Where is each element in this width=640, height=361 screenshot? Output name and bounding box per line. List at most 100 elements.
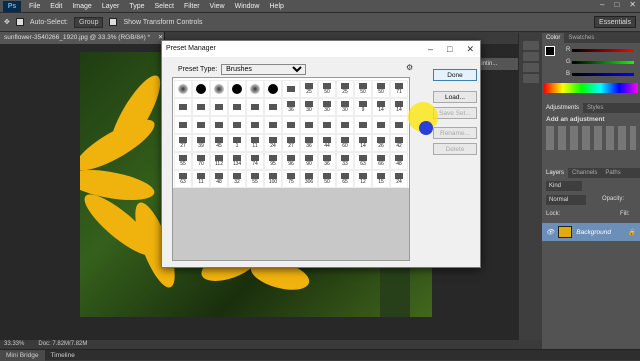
auto-select-checkbox[interactable]: [15, 18, 24, 26]
brush-preset-cell[interactable]: 50: [318, 170, 336, 188]
brush-preset-cell[interactable]: 45: [210, 134, 228, 152]
brush-preset-cell[interactable]: 55: [174, 152, 192, 170]
brush-preset-cell[interactable]: 11: [246, 134, 264, 152]
brush-preset-cell[interactable]: [246, 98, 264, 116]
brush-preset-cell[interactable]: 26: [372, 134, 390, 152]
brush-preset-cell[interactable]: 71: [390, 80, 408, 98]
menu-window[interactable]: Window: [230, 3, 265, 10]
brush-preset-cell[interactable]: [228, 116, 246, 134]
brush-preset-cell[interactable]: 65: [336, 170, 354, 188]
adjustment-icons[interactable]: [546, 126, 636, 150]
dialog-minimize-icon[interactable]: –: [428, 41, 433, 57]
delete-button[interactable]: Delete: [433, 143, 477, 155]
brush-preset-cell[interactable]: 74: [246, 152, 264, 170]
blue-slider[interactable]: [572, 73, 634, 76]
brush-preset-cell[interactable]: 100: [264, 170, 282, 188]
brush-preset-cell[interactable]: 11: [192, 170, 210, 188]
brush-preset-cell[interactable]: [210, 98, 228, 116]
brush-preset-cell[interactable]: 134: [228, 152, 246, 170]
brush-preset-cell[interactable]: [264, 98, 282, 116]
preset-type-select[interactable]: Brushes: [221, 64, 307, 75]
brush-preset-cell[interactable]: 15: [372, 170, 390, 188]
gear-icon[interactable]: ⚙: [406, 63, 413, 72]
brush-preset-cell[interactable]: [174, 80, 192, 98]
brush-preset-cell[interactable]: [210, 116, 228, 134]
tab-color[interactable]: Color: [542, 33, 565, 43]
zoom-level[interactable]: 33.33%: [4, 340, 24, 349]
menu-select[interactable]: Select: [150, 3, 179, 10]
tab-layers[interactable]: Layers: [542, 168, 569, 178]
brush-preset-cell[interactable]: 39: [192, 134, 210, 152]
brush-preset-cell[interactable]: 27: [282, 134, 300, 152]
brush-preset-cell[interactable]: 48: [390, 152, 408, 170]
workspace-switcher[interactable]: Essentials: [594, 16, 636, 28]
brush-panel-icon[interactable]: [522, 63, 539, 72]
red-slider[interactable]: [572, 49, 634, 52]
brush-preset-cell[interactable]: 55: [246, 170, 264, 188]
menu-image[interactable]: Image: [67, 3, 96, 10]
brush-preset-cell[interactable]: 306: [300, 170, 318, 188]
brush-preset-cell[interactable]: [210, 80, 228, 98]
brush-preset-cell[interactable]: [192, 98, 210, 116]
brush-preset-cell[interactable]: [246, 116, 264, 134]
menu-layer[interactable]: Layer: [97, 3, 125, 10]
brush-preset-cell[interactable]: 75: [282, 170, 300, 188]
character-icon[interactable]: [522, 74, 539, 83]
brush-preset-cell[interactable]: 30: [300, 98, 318, 116]
layer-row[interactable]: 👁 Background 🔒: [542, 223, 640, 241]
brush-preset-cell[interactable]: 24: [264, 134, 282, 152]
brush-preset-cell[interactable]: [174, 116, 192, 134]
brush-preset-cell[interactable]: 33: [336, 152, 354, 170]
brush-preset-cell[interactable]: [264, 116, 282, 134]
brush-preset-cell[interactable]: 50: [318, 80, 336, 98]
brush-preset-cell[interactable]: 24: [390, 170, 408, 188]
history-icon[interactable]: [522, 41, 539, 50]
menu-type[interactable]: Type: [124, 3, 149, 10]
brush-preset-cell[interactable]: 96: [282, 152, 300, 170]
brush-preset-cell[interactable]: 63: [354, 152, 372, 170]
brush-preset-cell[interactable]: 36: [318, 152, 336, 170]
brush-preset-cell[interactable]: 14: [372, 98, 390, 116]
tab-channels[interactable]: Channels: [568, 168, 601, 178]
maximize-icon[interactable]: □: [614, 0, 619, 9]
brush-preset-cell[interactable]: [318, 116, 336, 134]
brush-preset-cell[interactable]: 12: [354, 170, 372, 188]
auto-select-dropdown[interactable]: Group: [74, 16, 104, 28]
menu-edit[interactable]: Edit: [45, 3, 67, 10]
close-icon[interactable]: ✕: [629, 0, 636, 9]
brush-preset-cell[interactable]: [174, 98, 192, 116]
brush-preset-cell[interactable]: [282, 80, 300, 98]
brush-preset-cell[interactable]: [246, 80, 264, 98]
dialog-close-icon[interactable]: ✕: [466, 41, 474, 57]
brush-preset-cell[interactable]: [228, 98, 246, 116]
brush-preset-cell[interactable]: 95: [264, 152, 282, 170]
dialog-maximize-icon[interactable]: □: [447, 41, 452, 57]
brush-preset-cell[interactable]: 1: [228, 134, 246, 152]
brush-preset-cell[interactable]: [192, 80, 210, 98]
tab-mini-bridge[interactable]: Mini Bridge: [0, 349, 45, 361]
minimize-icon[interactable]: –: [600, 0, 604, 9]
move-tool-icon[interactable]: ✥: [4, 18, 10, 26]
brush-preset-cell[interactable]: 42: [390, 134, 408, 152]
brush-preset-cell[interactable]: 70: [192, 152, 210, 170]
load-button[interactable]: Load...: [433, 91, 477, 103]
brush-preset-cell[interactable]: 90: [300, 152, 318, 170]
tab-adjustments[interactable]: Adjustments: [542, 103, 584, 113]
brush-preset-cell[interactable]: 32: [228, 170, 246, 188]
brush-preset-cell[interactable]: [390, 116, 408, 134]
tab-styles[interactable]: Styles: [583, 103, 607, 113]
brush-preset-cell[interactable]: 30: [336, 98, 354, 116]
color-ramp[interactable]: [544, 83, 638, 93]
brush-preset-cell[interactable]: 36: [300, 134, 318, 152]
brush-preset-cell[interactable]: 25: [336, 80, 354, 98]
foreground-color-swatch[interactable]: [545, 46, 555, 56]
tab-timeline[interactable]: Timeline: [45, 350, 81, 361]
brush-preset-cell[interactable]: 27: [174, 134, 192, 152]
brush-preset-cell[interactable]: [192, 116, 210, 134]
layer-filter-dropdown[interactable]: Kind: [546, 181, 582, 191]
brush-preset-cell[interactable]: [354, 116, 372, 134]
blend-mode-dropdown[interactable]: Normal: [546, 195, 586, 205]
transform-controls-checkbox[interactable]: [109, 18, 118, 26]
layer-name[interactable]: Background: [576, 229, 611, 236]
brush-preset-cell[interactable]: 25: [300, 80, 318, 98]
